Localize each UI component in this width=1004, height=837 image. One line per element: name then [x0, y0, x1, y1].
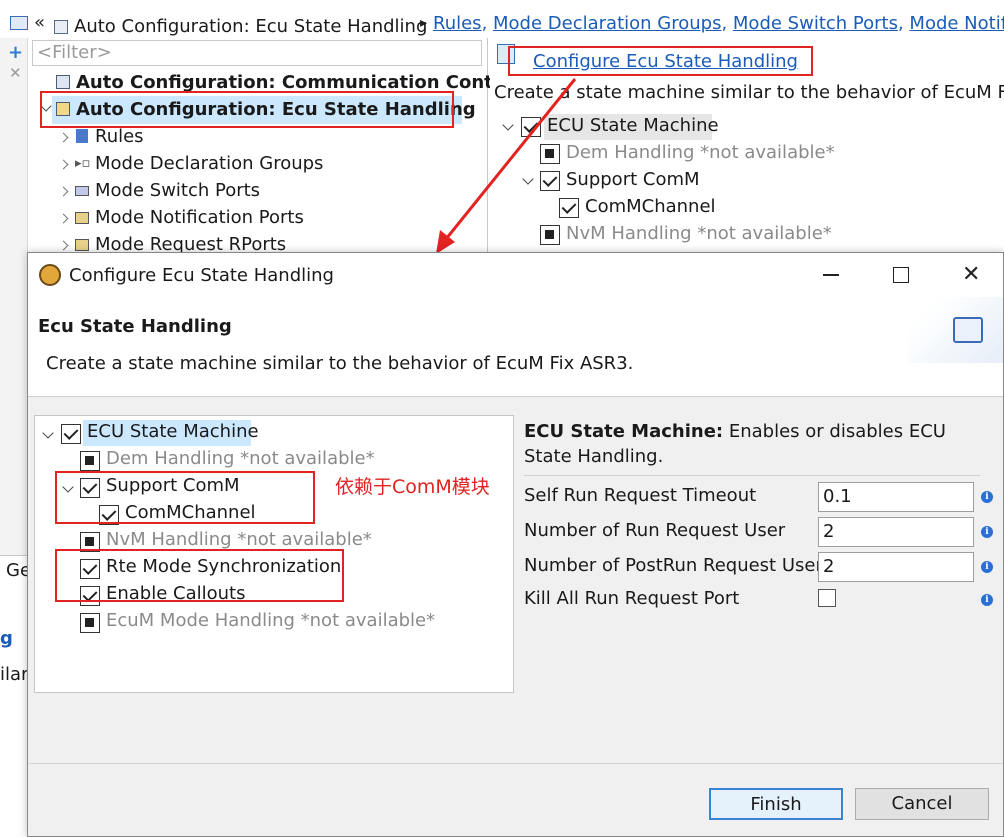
- section-title: Ecu State Handling: [38, 316, 232, 337]
- checkbox-kill-run-request-port[interactable]: [818, 589, 836, 607]
- info-self-run-timeout-icon[interactable]: i: [981, 491, 993, 503]
- annotation-comm-dependency: 依赖于ComM模块: [335, 476, 490, 498]
- info-run-request-user-icon[interactable]: i: [981, 526, 993, 538]
- checkbox-dem-handling: [80, 451, 100, 471]
- dialog-title: Configure Ecu State Handling: [69, 265, 334, 286]
- checkbox-ecum-mode-handling: [80, 613, 100, 633]
- option-dem-handling: Dem Handling *not available*: [106, 448, 375, 469]
- field-input-run-request-user[interactable]: 2: [818, 517, 974, 547]
- field-label-self-run-timeout: Self Run Request Timeout: [524, 485, 757, 506]
- maximize-icon[interactable]: [893, 267, 909, 283]
- dialog-header: Ecu State Handling Create a state machin…: [28, 297, 1003, 397]
- configure-dialog: Configure Ecu State Handling ✕ Ecu State…: [27, 252, 1004, 837]
- details-panel: ECU State Machine: Enables or disables E…: [524, 419, 994, 639]
- dialog-titlebar: Configure Ecu State Handling ✕: [28, 253, 1003, 297]
- info-kill-run-request-port-icon[interactable]: i: [981, 594, 993, 606]
- field-input-postrun-request-user[interactable]: 2: [818, 552, 974, 582]
- wizard-banner-icon: [953, 317, 983, 343]
- cancel-button[interactable]: Cancel: [855, 788, 989, 820]
- option-ecum-mode-handling: EcuM Mode Handling *not available*: [106, 610, 436, 631]
- finish-button[interactable]: Finish: [709, 788, 843, 820]
- close-icon[interactable]: ✕: [962, 262, 980, 287]
- details-heading-bold: ECU State Machine:: [524, 421, 724, 442]
- expand-ecu-state-machine-icon[interactable]: [42, 429, 52, 439]
- highlight-rte-callouts: [55, 549, 344, 602]
- field-label-postrun-request-user: Number of PostRun Request User: [524, 555, 823, 576]
- dialog-app-icon: [39, 264, 61, 286]
- field-input-self-run-timeout[interactable]: 0.1: [818, 482, 974, 512]
- field-label-run-request-user: Number of Run Request User: [524, 520, 786, 541]
- field-label-kill-run-request-port: Kill All Run Request Port: [524, 588, 740, 609]
- option-ecu-state-machine[interactable]: ECU State Machine: [87, 421, 259, 442]
- highlight-support-comm: [55, 471, 315, 524]
- section-description: Create a state machine similar to the be…: [46, 353, 634, 374]
- option-nvm-handling: NvM Handling *not available*: [106, 529, 372, 550]
- details-heading: ECU State Machine: Enables or disables E…: [524, 419, 984, 469]
- info-postrun-request-user-icon[interactable]: i: [981, 561, 993, 573]
- minimize-icon[interactable]: [823, 274, 839, 276]
- checkbox-ecu-state-machine[interactable]: [61, 424, 81, 444]
